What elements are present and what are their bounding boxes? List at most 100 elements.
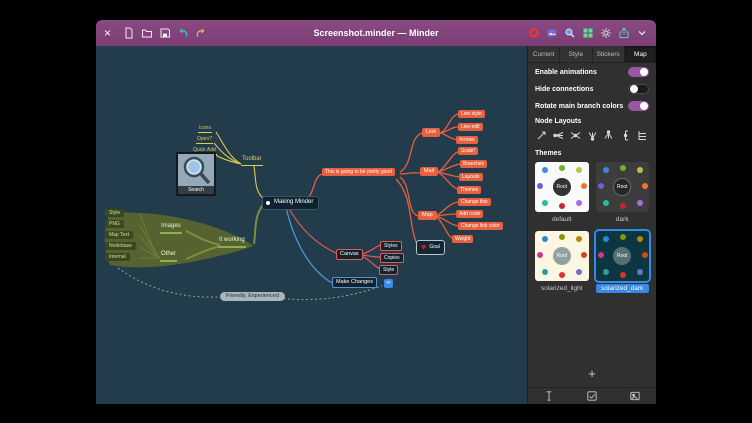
layout-upwards-icon[interactable]	[584, 128, 600, 142]
node-styles[interactable]: Styles	[380, 241, 402, 251]
node-friendly-experienced[interactable]: Friendly, Experienced	[220, 292, 285, 301]
node-add-node[interactable]: Add node	[456, 210, 483, 218]
theme-solarized-light[interactable]: Root solarized_light	[535, 231, 589, 293]
close-button[interactable]: ×	[104, 27, 111, 39]
layout-manual-icon[interactable]	[534, 128, 550, 142]
node-copies[interactable]: Copies	[380, 253, 404, 263]
node-icons[interactable]: Icons	[198, 125, 212, 133]
link-sticker-icon[interactable]: ∞	[384, 279, 393, 288]
theme-root-circle: Root	[553, 178, 571, 196]
node-images[interactable]: Images	[160, 223, 182, 234]
theme-default[interactable]: Root default	[535, 162, 589, 224]
heart-icon: ♥	[421, 243, 426, 252]
node-branches[interactable]: Branches	[460, 160, 487, 168]
frame-icon[interactable]	[628, 390, 642, 403]
layout-tree-icon[interactable]	[634, 128, 650, 142]
chevron-down-icon[interactable]	[635, 27, 648, 40]
titlebar: × Screenshot.minder — Minder	[96, 20, 656, 46]
layout-vertical-icon[interactable]	[618, 128, 634, 142]
theme-solarized-dark-preview: Root	[596, 231, 650, 281]
titlebar-right-group	[527, 27, 648, 40]
image-icon[interactable]	[545, 27, 558, 40]
theme-solarized-light-preview: Root	[535, 231, 589, 281]
node-layouts-row	[528, 127, 656, 146]
tab-stickers[interactable]: Stickers	[593, 46, 625, 62]
node-it-working[interactable]: It working	[218, 237, 246, 248]
enable-animations-switch[interactable]	[628, 67, 649, 77]
node-weight[interactable]: Weight	[452, 235, 473, 243]
share-export-icon[interactable]	[617, 27, 630, 40]
node-arrows[interactable]: Arrows	[456, 136, 478, 144]
node-open[interactable]: Open?	[196, 136, 213, 144]
settings-gear-icon[interactable]	[599, 27, 612, 40]
hide-connections-switch[interactable]	[628, 84, 649, 94]
theme-root-circle: Root	[553, 247, 571, 265]
theme-root-circle: Root	[613, 247, 631, 265]
node-link[interactable]: Link	[422, 128, 440, 137]
open-folder-icon[interactable]	[140, 27, 153, 40]
node-scale[interactable]: Scale!	[458, 147, 478, 155]
layout-downwards-icon[interactable]	[601, 128, 617, 142]
theme-solarized-dark[interactable]: Root solarized_dark	[596, 231, 650, 293]
undo-icon[interactable]	[176, 27, 189, 40]
node-style-leaf[interactable]: Style	[379, 265, 398, 275]
node-style-item[interactable]: Style	[105, 209, 124, 217]
sidebar-bottom-bar	[528, 387, 656, 404]
mindmap-root-node[interactable]: Making Minder	[262, 196, 319, 210]
add-theme-button[interactable]: +	[528, 362, 656, 387]
themes-header: Themes	[528, 146, 656, 159]
sidebar: Current Style Stickers Map Enable animat…	[527, 46, 656, 404]
enable-animations-label: Enable animations	[535, 69, 597, 76]
tab-current[interactable]: Current	[528, 46, 560, 62]
node-map-text-item[interactable]: Map Text	[105, 231, 133, 239]
node-other[interactable]: Other	[160, 251, 177, 262]
switch-knob	[630, 85, 638, 93]
theme-default-preview: Root	[535, 162, 589, 212]
tab-style[interactable]: Style	[560, 46, 592, 62]
node-canvas[interactable]: Canvas	[336, 249, 363, 260]
redo-icon[interactable]	[194, 27, 207, 40]
theme-dark[interactable]: Root dark	[596, 162, 650, 224]
switch-knob	[640, 102, 648, 110]
rotate-branch-colors-switch[interactable]	[628, 101, 649, 111]
node-pretty-good[interactable]: This is going to be pretty good	[322, 168, 395, 176]
minder-window: × Screenshot.minder — Minder	[96, 20, 656, 404]
layout-to-sides-icon[interactable]	[567, 128, 583, 142]
node-nodebase-item[interactable]: Nodebase	[105, 242, 136, 250]
record-icon[interactable]	[527, 27, 540, 40]
mindmap-canvas[interactable]: Making Minder Toolbar Icons Open? Quick …	[96, 46, 527, 404]
save-icon[interactable]	[158, 27, 171, 40]
theme-dark-preview: Root	[596, 162, 650, 212]
search-icon[interactable]	[563, 27, 576, 40]
node-png-item[interactable]: PNG	[105, 220, 124, 228]
layout-horizontal-icon[interactable]	[551, 128, 567, 142]
screen: × Screenshot.minder — Minder	[0, 0, 752, 423]
node-map[interactable]: Map	[418, 211, 437, 220]
theme-default-name: default	[535, 215, 589, 224]
node-make-changes[interactable]: Make Changes	[332, 277, 377, 288]
goal-label: Goal	[429, 244, 440, 250]
rotate-branch-colors-label: Rotate main branch colors	[535, 103, 623, 110]
new-document-icon[interactable]	[122, 27, 135, 40]
theme-dark-name: dark	[596, 215, 650, 224]
node-mail[interactable]: Mail	[420, 167, 438, 176]
node-internal-item[interactable]: Internal	[105, 253, 130, 261]
node-change-this[interactable]: Change this	[458, 198, 491, 206]
node-themes[interactable]: Themes	[457, 186, 481, 194]
node-toolbar[interactable]: Toolbar	[241, 156, 263, 166]
search-node-label: Search	[178, 186, 214, 194]
toggle-row-connections: Hide connections	[528, 80, 656, 97]
text-tool-icon[interactable]	[542, 390, 556, 403]
node-layouts[interactable]: Layouts	[459, 173, 483, 181]
checkbox-icon[interactable]	[585, 390, 599, 403]
node-live-edit[interactable]: Live edit	[458, 123, 483, 131]
node-change-link-color[interactable]: Change link color	[458, 222, 503, 230]
node-live-style[interactable]: Live style	[458, 110, 485, 118]
app-grid-icon[interactable]	[581, 27, 594, 40]
theme-root-circle: Root	[613, 178, 631, 196]
hide-connections-label: Hide connections	[535, 86, 593, 93]
tab-map[interactable]: Map	[625, 46, 656, 62]
node-layouts-header: Node Layouts	[528, 114, 656, 127]
search-image-node[interactable]: Search	[176, 152, 216, 196]
node-goal[interactable]: ♥ Goal	[416, 240, 445, 255]
